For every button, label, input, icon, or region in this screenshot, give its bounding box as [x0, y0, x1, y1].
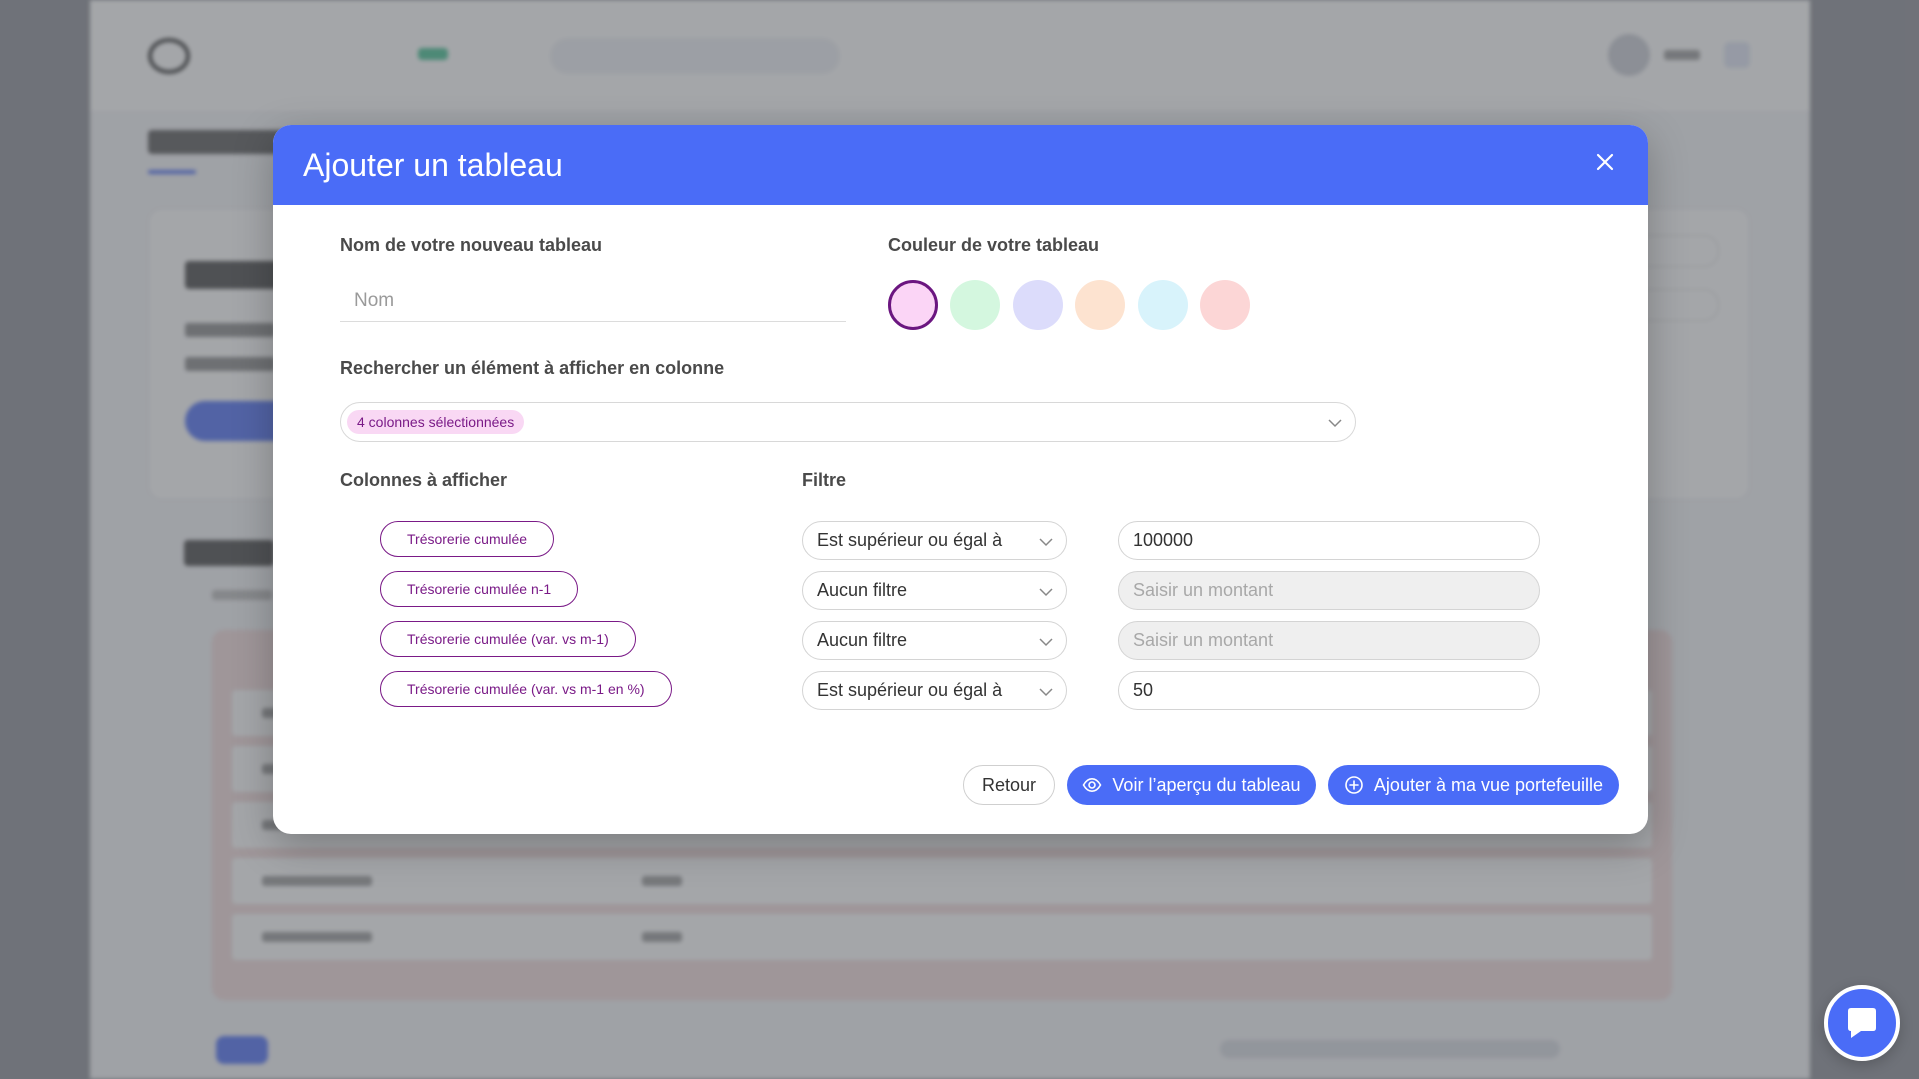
columns-multiselect[interactable]: 4 colonnes sélectionnées: [340, 402, 1356, 442]
chat-icon: [1848, 1008, 1876, 1038]
filter-select[interactable]: Est supérieur ou égal à: [802, 521, 1067, 560]
back-button[interactable]: Retour: [963, 765, 1055, 805]
name-label: Nom de votre nouveau tableau: [340, 235, 603, 255]
add-to-portfolio-button[interactable]: Ajouter à ma vue portefeuille: [1328, 765, 1619, 805]
chevron-down-icon: [1328, 419, 1342, 428]
color-label: Couleur de votre tableau: [888, 235, 1100, 255]
column-pill[interactable]: Trésorerie cumulée (var. vs m-1): [380, 621, 636, 657]
plus-circle-icon: [1345, 776, 1363, 794]
close-button[interactable]: [1590, 147, 1620, 177]
table-name-input[interactable]: [340, 280, 846, 322]
chevron-down-icon: [1039, 588, 1053, 597]
amount-input[interactable]: [1118, 671, 1540, 710]
column-pill[interactable]: Trésorerie cumulée: [380, 521, 555, 557]
add-to-portfolio-label: Ajouter à ma vue portefeuille: [1373, 774, 1604, 795]
search-columns-label: Rechercher un élément à afficher en colo…: [340, 358, 725, 378]
filter-select[interactable]: Est supérieur ou égal à: [802, 671, 1067, 710]
amount-input[interactable]: [1118, 571, 1540, 610]
chevron-down-icon: [1039, 538, 1053, 547]
selected-columns-tag: 4 colonnes sélectionnées: [347, 410, 525, 434]
column-pill[interactable]: Trésorerie cumulée n-1: [380, 571, 579, 607]
filter-select[interactable]: Aucun filtre: [802, 571, 1067, 610]
modal-title: Ajouter un tableau: [303, 147, 563, 183]
color-swatch-lavender[interactable]: [1013, 280, 1063, 330]
color-swatch-red[interactable]: [1200, 280, 1250, 330]
column-pill[interactable]: Trésorerie cumulée (var. vs m-1 en %): [380, 671, 672, 707]
preview-table-label: Voir l’aperçu du tableau: [1112, 774, 1301, 795]
filter-select-value: Est supérieur ou égal à: [817, 680, 1003, 700]
filter-label: Filtre: [802, 470, 847, 490]
columns-label: Colonnes à afficher: [340, 470, 508, 490]
color-swatch-green[interactable]: [950, 280, 1000, 330]
modal-header: Ajouter un tableau: [273, 125, 1648, 205]
filter-select-value: Est supérieur ou égal à: [817, 530, 1003, 550]
add-table-modal: Ajouter un tableau Nom de votre nouveau …: [273, 125, 1648, 834]
filter-select[interactable]: Aucun filtre: [802, 621, 1067, 660]
filter-select-value: Aucun filtre: [817, 630, 908, 650]
amount-input[interactable]: [1118, 521, 1540, 560]
chevron-down-icon: [1039, 638, 1053, 647]
color-swatch-cyan[interactable]: [1138, 280, 1188, 330]
preview-table-button[interactable]: Voir l’aperçu du tableau: [1067, 765, 1316, 805]
close-icon: [1596, 153, 1614, 171]
filter-select-value: Aucun filtre: [817, 580, 908, 600]
color-swatch-peach[interactable]: [1075, 280, 1125, 330]
amount-input[interactable]: [1118, 621, 1540, 660]
color-swatch-pink[interactable]: [888, 280, 938, 330]
eye-icon: [1083, 777, 1102, 793]
chevron-down-icon: [1039, 688, 1053, 697]
chat-widget-button[interactable]: [1824, 985, 1900, 1061]
